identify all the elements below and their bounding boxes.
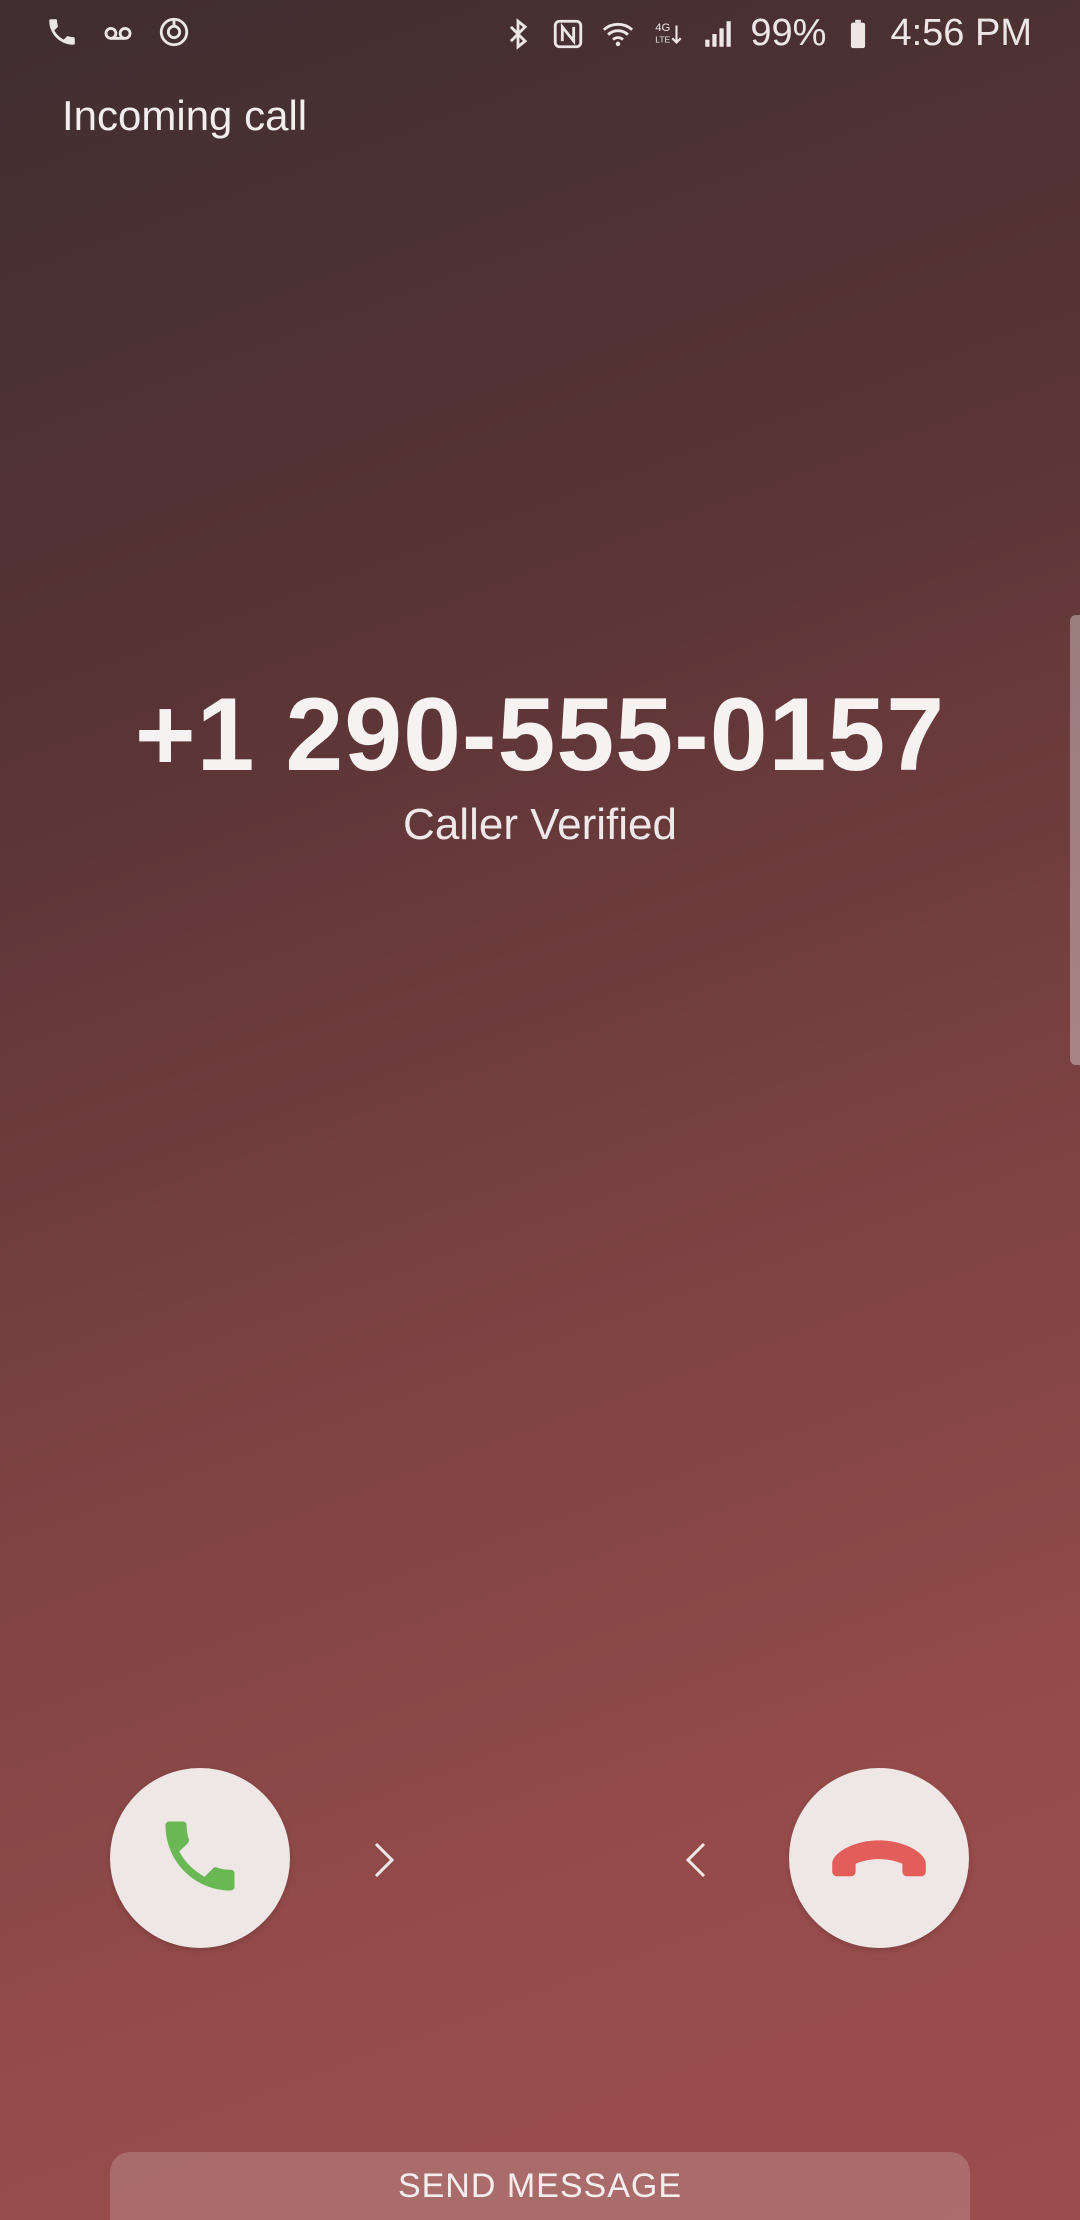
phone-decline-icon	[827, 1830, 931, 1887]
svg-text:4G: 4G	[656, 22, 671, 34]
status-left	[44, 14, 192, 50]
phone-accept-icon	[154, 1810, 246, 1907]
status-bar: 4G LTE 99% 4:56 PM	[0, 0, 1080, 62]
sync-icon	[156, 14, 192, 50]
swipe-left-chevron-icon	[676, 1830, 716, 1890]
4g-lte-icon: 4G LTE	[650, 16, 686, 52]
caller-number: +1 290-555-0157	[134, 677, 946, 793]
signal-icon	[700, 16, 736, 52]
bluetooth-icon	[500, 16, 536, 52]
page-title: Incoming call	[62, 92, 308, 139]
clock: 4:56 PM	[890, 12, 1032, 54]
voicemail-icon	[100, 14, 136, 50]
nfc-icon	[550, 16, 586, 52]
battery-percent: 99%	[750, 12, 827, 54]
send-message-button[interactable]: SEND MESSAGE	[110, 2152, 970, 2220]
decline-call-button[interactable]	[789, 1768, 969, 1948]
phone-icon	[44, 14, 80, 50]
swipe-right-chevron-icon	[364, 1830, 404, 1890]
wifi-icon	[600, 16, 636, 52]
caller-verification-status: Caller Verified	[403, 800, 677, 849]
accept-call-button[interactable]	[110, 1768, 290, 1948]
status-right: 4G LTE 99% 4:56 PM	[500, 12, 1032, 55]
battery-icon	[840, 16, 876, 52]
svg-text:LTE: LTE	[656, 34, 671, 44]
